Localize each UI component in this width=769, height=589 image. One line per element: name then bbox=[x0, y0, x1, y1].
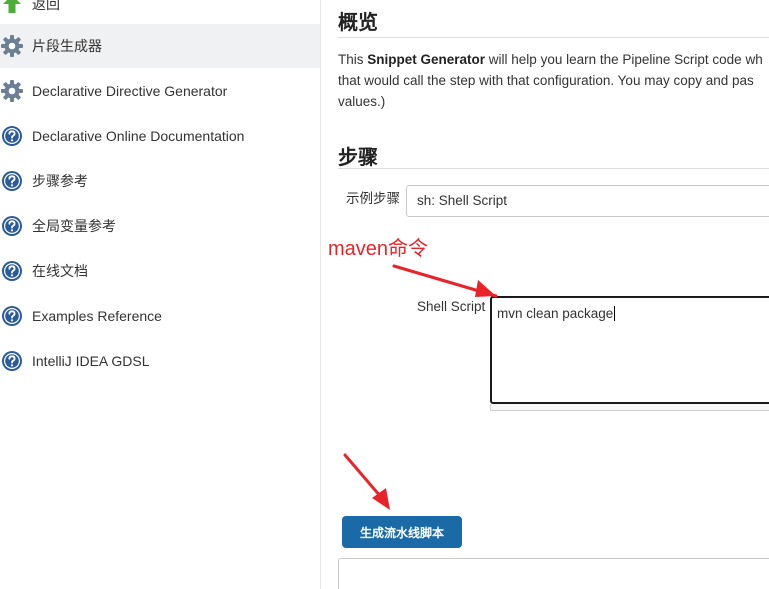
snippet-generator-page: 返回 片段生成器 Declarative Directive Generator… bbox=[0, 0, 769, 589]
annotation-arrows bbox=[343, 264, 498, 510]
annotation-arrowhead-1 bbox=[475, 280, 496, 297]
